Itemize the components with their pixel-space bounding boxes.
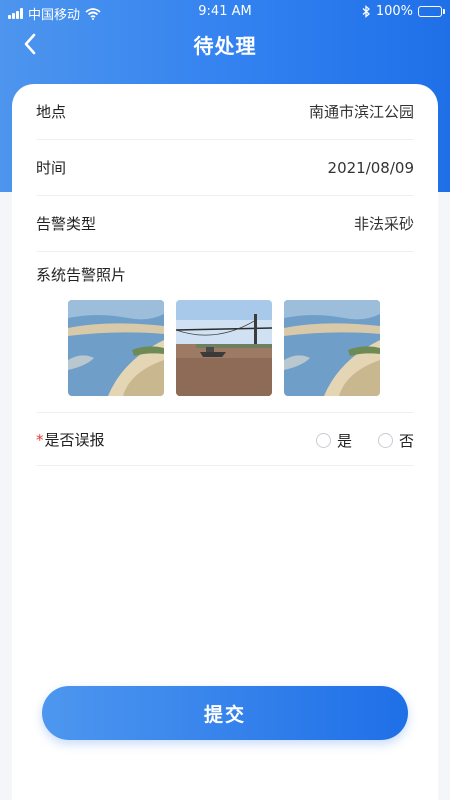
radio-no-label: 否 xyxy=(398,431,414,450)
time-row: 时间 2021/08/09 xyxy=(36,140,414,196)
time-label: 时间 xyxy=(36,159,67,177)
submit-button[interactable]: 提交 xyxy=(42,686,408,740)
radio-no[interactable]: 否 xyxy=(377,430,414,451)
river-beach-photo[interactable] xyxy=(284,300,380,396)
page-title: 待处理 xyxy=(193,34,257,58)
location-row: 地点 南通市滨江公园 xyxy=(36,84,414,140)
required-mark: * xyxy=(36,430,44,449)
location-label: 地点 xyxy=(36,103,67,121)
battery-icon xyxy=(418,6,445,17)
divider xyxy=(36,412,414,413)
false-alarm-label: 是否误报 xyxy=(44,431,105,449)
nav-bar: 待处理 xyxy=(0,28,450,64)
photo-gallery xyxy=(68,300,380,396)
location-value: 南通市滨江公园 xyxy=(308,103,414,121)
river-beach-photo[interactable] xyxy=(68,300,164,396)
status-bar: 中国移动 9:41 AM 100% xyxy=(0,0,450,28)
status-right: 100% xyxy=(362,4,445,19)
alarm-type-label: 告警类型 xyxy=(36,215,97,233)
bridge-boat-photo[interactable] xyxy=(176,300,272,396)
radio-circle-icon[interactable] xyxy=(315,432,331,448)
alarm-type-row: 告警类型 非法采砂 xyxy=(36,196,414,252)
radio-circle-icon[interactable] xyxy=(377,432,393,448)
false-alarm-options: 是 否 xyxy=(315,414,414,466)
bluetooth-icon xyxy=(362,5,370,18)
time-value: 2021/08/09 xyxy=(327,158,414,177)
radio-yes[interactable]: 是 xyxy=(315,430,352,451)
photos-title: 系统告警照片 xyxy=(36,266,127,284)
false-alarm-row: * 是否误报 是 否 xyxy=(36,414,414,466)
alarm-type-value: 非法采砂 xyxy=(353,215,414,233)
battery-percent: 100% xyxy=(375,4,413,19)
radio-yes-label: 是 xyxy=(336,431,352,450)
